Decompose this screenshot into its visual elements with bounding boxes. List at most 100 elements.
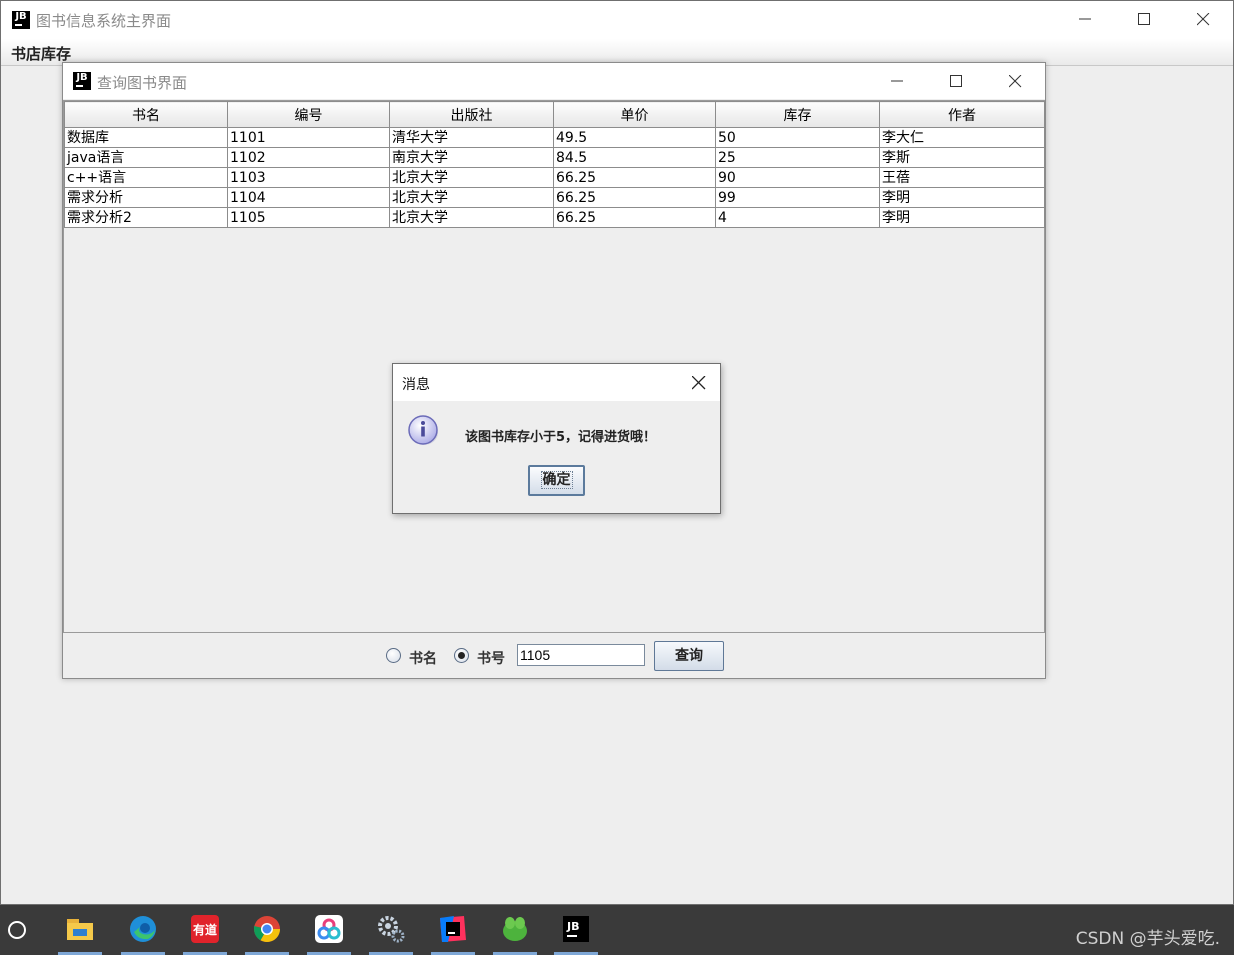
table-cell[interactable]: 需求分析 xyxy=(64,187,228,208)
maximize-icon xyxy=(950,75,962,87)
maximize-button[interactable] xyxy=(1116,1,1174,39)
taskbar-baidu-netdisk[interactable] xyxy=(303,905,355,955)
query-close-button[interactable] xyxy=(987,63,1045,99)
info-icon xyxy=(408,415,438,445)
table-cell[interactable]: 4 xyxy=(715,207,880,228)
column-header-id[interactable]: 编号 xyxy=(227,101,390,128)
table-cell[interactable]: 66.25 xyxy=(553,167,716,188)
svg-text:JB: JB xyxy=(566,920,579,933)
table-cell[interactable]: 84.5 xyxy=(553,147,716,168)
search-input[interactable]: 1105 xyxy=(517,644,645,666)
table-cell[interactable]: 李明 xyxy=(879,187,1045,208)
taskbar-edge[interactable] xyxy=(117,905,169,955)
main-window-title: 图书信息系统主界面 xyxy=(36,12,172,30)
close-icon xyxy=(692,376,706,390)
table-cell[interactable]: 1105 xyxy=(227,207,390,228)
query-button[interactable]: 查询 xyxy=(654,641,724,671)
column-header-author[interactable]: 作者 xyxy=(879,101,1045,128)
table-cell[interactable]: 需求分析2 xyxy=(64,207,228,228)
table-cell[interactable]: java语言 xyxy=(64,147,228,168)
main-title-bar[interactable]: JB 图书信息系统主界面 xyxy=(1,1,1233,39)
table-cell[interactable]: 李明 xyxy=(879,207,1045,228)
query-maximize-button[interactable] xyxy=(928,63,986,99)
table-cell[interactable]: 1103 xyxy=(227,167,390,188)
dialog-title-bar[interactable]: 消息 xyxy=(393,364,720,401)
dialog-close-button[interactable] xyxy=(686,370,712,396)
jb-logo-icon: JB xyxy=(73,72,91,90)
radio-book-id-label[interactable]: 书号 xyxy=(477,648,505,668)
message-dialog: 消息 该图书库存小于5，记得进货哦！ 确定 xyxy=(392,363,721,514)
table-cell[interactable]: c++语言 xyxy=(64,167,228,188)
file-explorer-icon xyxy=(67,919,93,940)
table-cell[interactable]: 25 xyxy=(715,147,880,168)
dialog-message: 该图书库存小于5，记得进货哦！ xyxy=(465,430,657,445)
table-cell[interactable]: 99 xyxy=(715,187,880,208)
ok-button[interactable]: 确定 xyxy=(528,465,585,496)
table-cell[interactable]: 王蓓 xyxy=(879,167,1045,188)
column-header-stock[interactable]: 库存 xyxy=(715,101,880,128)
books-table[interactable]: 书名 编号 出版社 单价 库存 作者 数据库 1101 清华大学 49.5 50… xyxy=(64,101,1045,228)
maximize-icon xyxy=(1138,13,1150,25)
start-button[interactable] xyxy=(0,905,36,955)
query-title-bar[interactable]: JB 查询图书界面 xyxy=(63,63,1045,99)
radio-book-name-label[interactable]: 书名 xyxy=(409,648,437,668)
edge-icon xyxy=(130,916,156,942)
taskbar-chrome[interactable] xyxy=(241,905,293,955)
chrome-icon xyxy=(253,916,281,943)
baidu-netdisk-icon xyxy=(315,915,343,943)
table-cell[interactable]: 50 xyxy=(715,127,880,148)
close-icon xyxy=(1009,75,1022,88)
table-cell[interactable]: 李大仁 xyxy=(879,127,1045,148)
search-bar: 书名 书号 1105 查询 xyxy=(63,634,1045,678)
ok-button-label: 确定 xyxy=(540,471,573,489)
query-window-title: 查询图书界面 xyxy=(97,74,188,92)
taskbar-jb-java[interactable]: JB xyxy=(550,905,602,955)
taskbar-file-explorer[interactable] xyxy=(54,905,106,955)
radio-book-id[interactable] xyxy=(454,648,469,663)
intellij-icon xyxy=(440,916,466,942)
table-cell[interactable]: 1102 xyxy=(227,147,390,168)
close-button[interactable] xyxy=(1175,1,1233,39)
table-cell[interactable]: 清华大学 xyxy=(389,127,554,148)
settings-icon xyxy=(378,916,405,943)
taskbar-youdao[interactable]: 有道 xyxy=(179,905,231,955)
jb-java-icon: JB xyxy=(563,916,589,942)
column-header-publisher[interactable]: 出版社 xyxy=(389,101,554,128)
query-minimize-button[interactable] xyxy=(869,63,927,99)
table-row[interactable]: java语言 1102 南京大学 84.5 25 李斯 xyxy=(64,147,1045,168)
taskbar-settings[interactable] xyxy=(365,905,417,955)
taskbar-intellij[interactable] xyxy=(427,905,479,955)
table-row[interactable]: 需求分析2 1105 北京大学 66.25 4 李明 xyxy=(64,207,1045,228)
table-header-row: 书名 编号 出版社 单价 库存 作者 xyxy=(64,101,1045,128)
youdao-label: 有道 xyxy=(193,923,218,937)
table-cell[interactable]: 北京大学 xyxy=(389,207,554,228)
taskbar-app[interactable] xyxy=(489,905,541,955)
table-cell[interactable]: 北京大学 xyxy=(389,187,554,208)
table-cell[interactable]: 1104 xyxy=(227,187,390,208)
column-header-price[interactable]: 单价 xyxy=(553,101,716,128)
table-cell[interactable]: 66.25 xyxy=(553,207,716,228)
menu-bookstore-inventory[interactable]: 书店库存 xyxy=(11,43,71,64)
table-row[interactable]: 数据库 1101 清华大学 49.5 50 李大仁 xyxy=(64,127,1045,148)
table-cell[interactable]: 北京大学 xyxy=(389,167,554,188)
radio-book-name[interactable] xyxy=(386,648,401,663)
table-cell[interactable]: 数据库 xyxy=(64,127,228,148)
minimize-button[interactable] xyxy=(1057,1,1115,39)
table-cell[interactable]: 66.25 xyxy=(553,187,716,208)
taskbar: 有道 JB CSDN @芋头爱吃. xyxy=(0,905,1234,955)
table-cell[interactable]: 李斯 xyxy=(879,147,1045,168)
table-cell[interactable]: 1101 xyxy=(227,127,390,148)
dialog-title: 消息 xyxy=(402,377,430,393)
close-icon xyxy=(1197,13,1210,26)
jb-logo-icon: JB xyxy=(12,11,30,29)
table-row[interactable]: 需求分析 1104 北京大学 66.25 99 李明 xyxy=(64,187,1045,208)
table-row[interactable]: c++语言 1103 北京大学 66.25 90 王蓓 xyxy=(64,167,1045,188)
minimize-icon xyxy=(1079,18,1091,20)
minimize-icon xyxy=(891,80,903,82)
table-cell[interactable]: 90 xyxy=(715,167,880,188)
column-header-title[interactable]: 书名 xyxy=(64,101,228,128)
table-cell[interactable]: 南京大学 xyxy=(389,147,554,168)
table-cell[interactable]: 49.5 xyxy=(553,127,716,148)
app-icon xyxy=(503,917,527,941)
watermark-text: CSDN @芋头爱吃. xyxy=(1075,929,1220,949)
